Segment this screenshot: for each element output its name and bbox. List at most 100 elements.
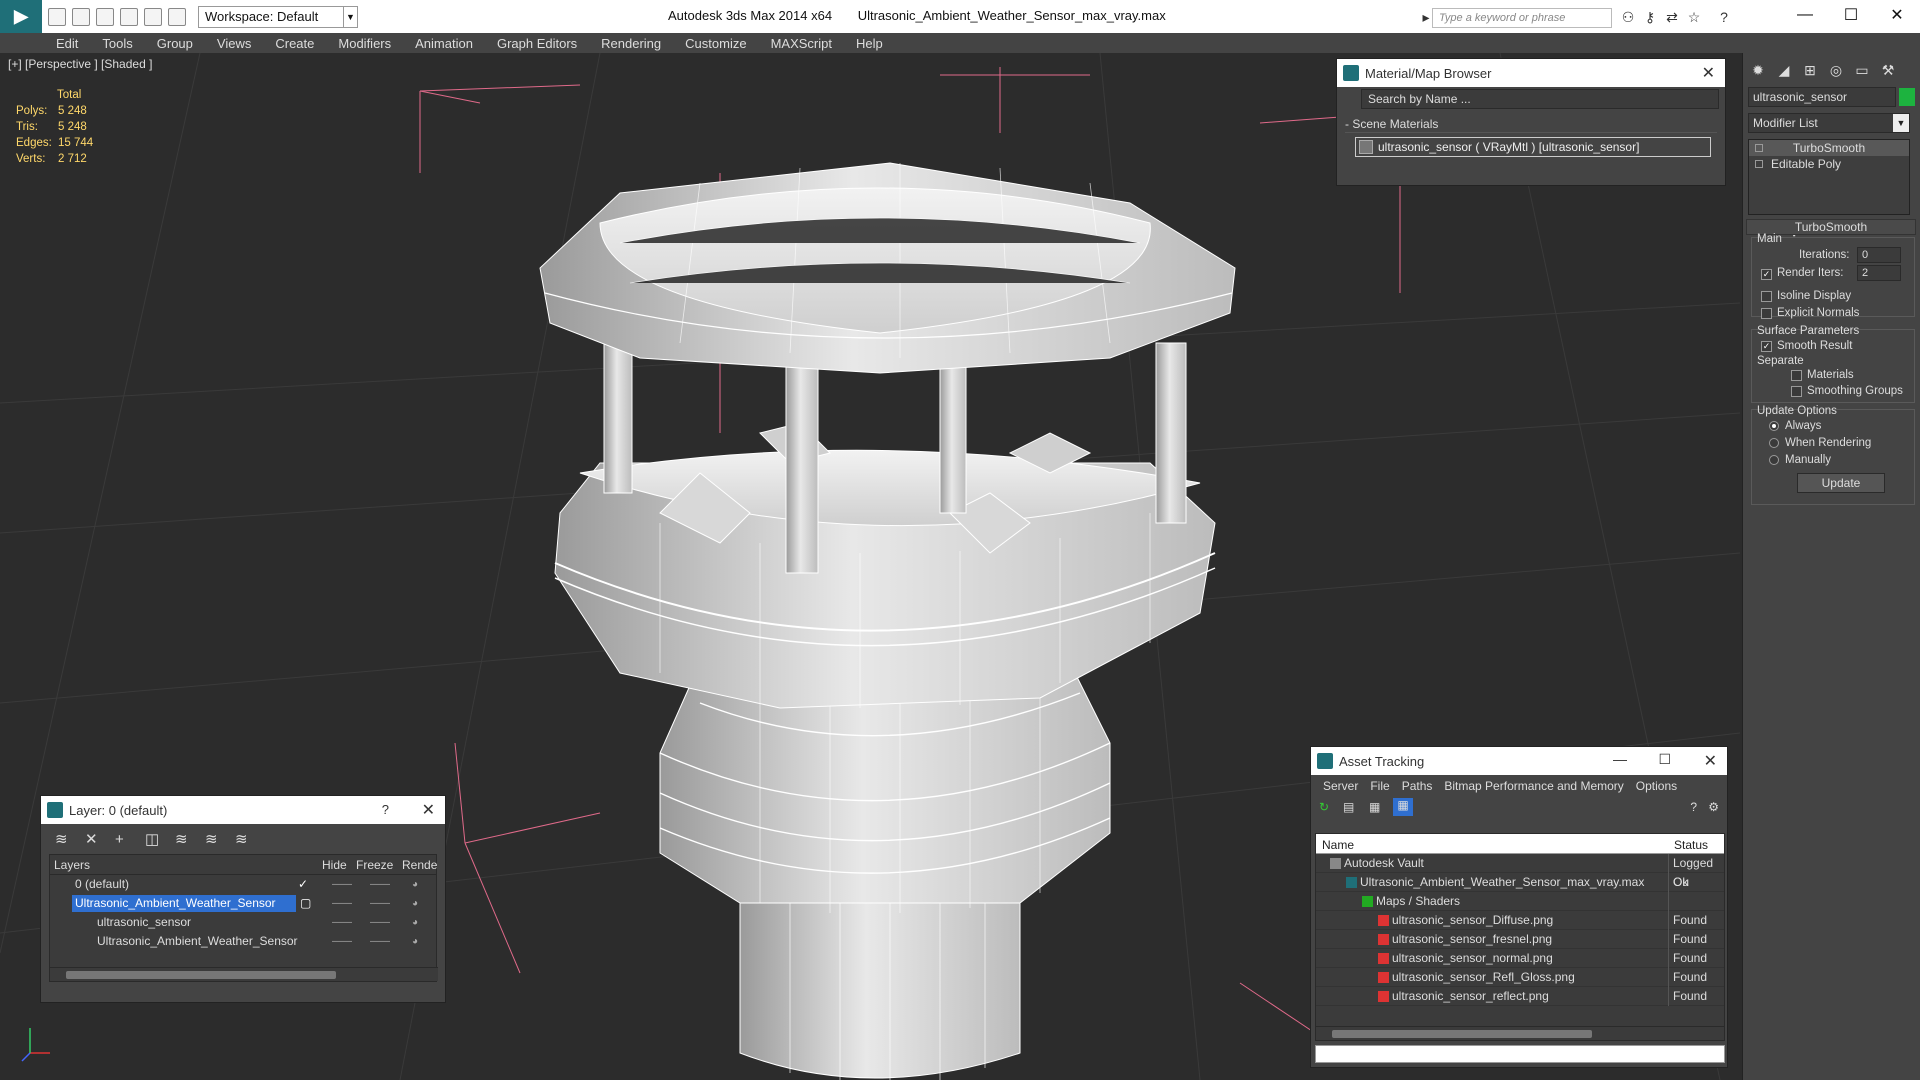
always-radio[interactable]	[1769, 421, 1779, 431]
help-button[interactable]: ?	[382, 802, 389, 817]
menu-modifiers[interactable]: Modifiers	[326, 36, 403, 51]
add-to-layer-icon[interactable]: +	[115, 831, 145, 848]
freeze-header[interactable]: Freeze	[356, 858, 393, 872]
hide-toggle[interactable]: ——	[332, 894, 352, 913]
thumbnail-view-icon[interactable]: ▦	[1369, 800, 1380, 814]
help-icon[interactable]: ?	[1690, 800, 1697, 814]
display-tab-icon[interactable]: ▭	[1851, 59, 1873, 81]
menu-group[interactable]: Group	[145, 36, 205, 51]
expand-icon[interactable]	[1755, 160, 1763, 168]
manually-radio[interactable]	[1769, 455, 1779, 465]
lightbulb-icon[interactable]	[1755, 144, 1763, 152]
close-icon[interactable]: ✕	[422, 800, 435, 820]
freeze-toggle[interactable]: ——	[370, 913, 390, 932]
modifier-list-dropdown[interactable]: Modifier List ▼	[1748, 113, 1910, 133]
help-icon[interactable]: ?	[1716, 9, 1732, 25]
project-folder-icon[interactable]	[168, 7, 186, 26]
asset-path-field[interactable]	[1315, 1045, 1725, 1063]
motion-tab-icon[interactable]: ◎	[1825, 59, 1847, 81]
close-icon[interactable]: ✕	[1704, 751, 1717, 771]
chevron-down-icon[interactable]: ▼	[1893, 114, 1909, 132]
asset-row[interactable]: ultrasonic_sensor_Diffuse.png Found	[1316, 911, 1724, 930]
materials-checkbox[interactable]	[1791, 370, 1802, 381]
render-teapot-icon[interactable]: ◕	[412, 932, 418, 951]
app-menu-button[interactable]: ▶	[0, 0, 42, 33]
render-iters-spinner[interactable]: 2	[1857, 265, 1901, 281]
menu-create[interactable]: Create	[263, 36, 326, 51]
open-file-icon[interactable]	[72, 7, 90, 26]
create-tab-icon[interactable]: ✹	[1747, 59, 1769, 81]
when-rendering-radio[interactable]	[1769, 438, 1779, 448]
key-icon[interactable]: ⚷	[1642, 9, 1658, 25]
smooth-result-checkbox[interactable]: ✓	[1761, 341, 1772, 352]
menu-server[interactable]: Server	[1317, 779, 1364, 793]
new-file-icon[interactable]	[48, 7, 66, 26]
layer-horizontal-scrollbar[interactable]	[50, 967, 438, 981]
update-button[interactable]: Update	[1797, 473, 1885, 493]
menu-help[interactable]: Help	[844, 36, 895, 51]
menu-edit[interactable]: Edit	[44, 36, 90, 51]
material-item[interactable]: ultrasonic_sensor ( VRayMtl ) [ultrasoni…	[1355, 137, 1711, 157]
render-teapot-icon[interactable]: ◕	[412, 894, 418, 913]
material-search-input[interactable]: Search by Name ...	[1361, 89, 1719, 109]
menu-file[interactable]: File	[1364, 779, 1395, 793]
menu-graph-editors[interactable]: Graph Editors	[485, 36, 589, 51]
menu-options[interactable]: Options	[1630, 779, 1683, 793]
asset-horizontal-scrollbar[interactable]	[1316, 1026, 1724, 1040]
add-selection-icon[interactable]: ▢	[300, 894, 311, 913]
material-browser-titlebar[interactable]: Material/Map Browser ✕	[1337, 59, 1725, 87]
utilities-tab-icon[interactable]: ⚒	[1877, 59, 1899, 81]
undo-icon[interactable]	[120, 7, 138, 26]
settings-icon[interactable]: ⚙	[1708, 800, 1719, 814]
stack-item-turbosmooth[interactable]: TurboSmooth	[1749, 140, 1909, 156]
asset-row[interactable]: Maps / Shaders	[1316, 892, 1724, 911]
hierarchy-tab-icon[interactable]: ⊞	[1799, 59, 1821, 81]
star-icon[interactable]: ☆	[1686, 9, 1702, 25]
refresh-icon[interactable]: ↻	[1319, 800, 1329, 814]
delete-layer-icon[interactable]: ✕	[85, 830, 115, 848]
minimize-icon[interactable]: —	[1782, 0, 1828, 30]
minimize-icon[interactable]: —	[1613, 751, 1627, 767]
modify-tab-icon[interactable]: ◢	[1773, 59, 1795, 81]
menu-rendering[interactable]: Rendering	[589, 36, 673, 51]
hide-toggle[interactable]: ——	[332, 932, 352, 951]
exchange-icon[interactable]: ⇄	[1664, 9, 1680, 25]
freeze-toggle[interactable]: ——	[370, 875, 390, 894]
object-name-field[interactable]: ultrasonic_sensor	[1748, 87, 1896, 107]
search-input[interactable]: Type a keyword or phrase	[1432, 8, 1612, 28]
close-icon[interactable]: ✕	[1702, 63, 1715, 83]
close-icon[interactable]: ✕	[1874, 0, 1920, 30]
layer-row[interactable]: Ultrasonic_Ambient_Weather_Sensor —— —— …	[50, 932, 436, 951]
render-header[interactable]: Rende	[402, 858, 437, 872]
menu-views[interactable]: Views	[205, 36, 263, 51]
scrollbar-thumb[interactable]	[66, 971, 336, 979]
asset-row[interactable]: ultrasonic_sensor_reflect.png Found	[1316, 987, 1724, 1006]
hide-header[interactable]: Hide	[322, 858, 347, 872]
menu-maxscript[interactable]: MAXScript	[759, 36, 844, 51]
name-column-header[interactable]: Name	[1322, 838, 1354, 852]
menu-animation[interactable]: Animation	[403, 36, 485, 51]
redo-icon[interactable]	[144, 7, 162, 26]
select-objects-icon[interactable]: ◫	[145, 830, 175, 848]
save-file-icon[interactable]	[96, 7, 114, 26]
asset-row[interactable]: ultrasonic_sensor_fresnel.png Found	[1316, 930, 1724, 949]
menu-tools[interactable]: Tools	[90, 36, 144, 51]
asset-row[interactable]: ultrasonic_sensor_Refl_Gloss.png Found	[1316, 968, 1724, 987]
isoline-display-checkbox[interactable]	[1761, 291, 1772, 302]
hide-all-layers-icon[interactable]: ≋	[205, 830, 235, 848]
stack-item-editable-poly[interactable]: Editable Poly	[1749, 156, 1909, 172]
list-view-icon[interactable]: ▤	[1343, 800, 1354, 814]
menu-customize[interactable]: Customize	[673, 36, 758, 51]
render-teapot-icon[interactable]: ◕	[412, 875, 418, 894]
smoothing-groups-checkbox[interactable]	[1791, 386, 1802, 397]
menu-bitmap-performance[interactable]: Bitmap Performance and Memory	[1438, 779, 1629, 793]
workspace-dropdown[interactable]: Workspace: Default ▼	[198, 5, 358, 28]
maximize-icon[interactable]: ☐	[1828, 0, 1874, 30]
layer-row[interactable]: 0 (default) ✓ —— —— ◕	[50, 875, 436, 894]
status-column-header[interactable]: Status	[1674, 838, 1708, 852]
layers-header[interactable]: Layers	[54, 858, 90, 872]
menu-paths[interactable]: Paths	[1396, 779, 1439, 793]
render-teapot-icon[interactable]: ◕	[412, 913, 418, 932]
asset-row[interactable]: Ultrasonic_Ambient_Weather_Sensor_max_vr…	[1316, 873, 1724, 892]
freeze-toggle[interactable]: ——	[370, 894, 390, 913]
